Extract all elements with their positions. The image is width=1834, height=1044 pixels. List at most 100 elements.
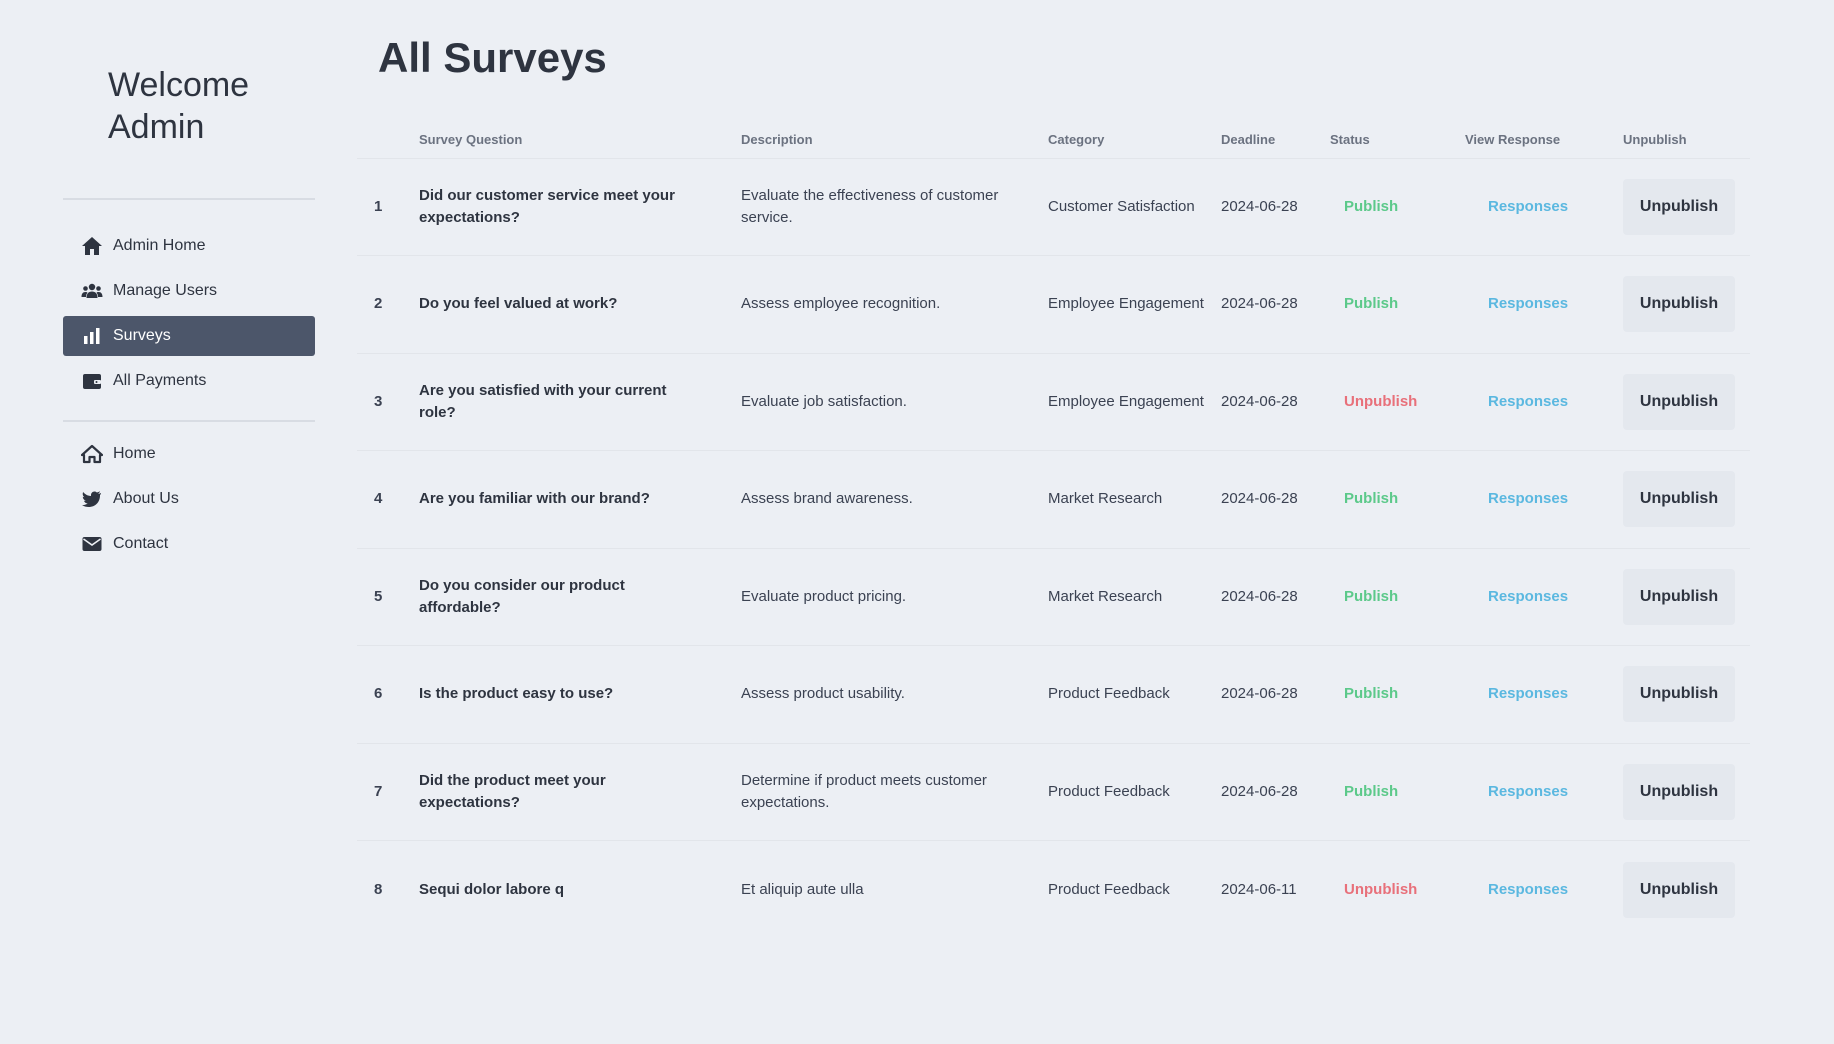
home-icon xyxy=(81,236,103,256)
bar-chart-icon xyxy=(81,326,103,346)
survey-question: Did the product meet your expectations? xyxy=(419,743,741,841)
survey-category: Employee Engagement xyxy=(1048,255,1221,354)
survey-category: Market Research xyxy=(1048,548,1221,646)
unpublish-button[interactable]: Unpublish xyxy=(1623,373,1735,430)
action-cell: Unpublish xyxy=(1623,841,1750,939)
sidebar-item-manage-users[interactable]: Manage Users xyxy=(63,271,315,311)
responses-link[interactable]: Responses xyxy=(1488,490,1568,507)
survey-description: Assess brand awareness. xyxy=(741,450,1048,549)
table-row: 6 Is the product easy to use? Assess pro… xyxy=(357,645,1750,744)
survey-description: Evaluate job satisfaction. xyxy=(741,353,1048,451)
action-cell: Unpublish xyxy=(1623,548,1750,646)
column-header-view-response: View Response xyxy=(1465,122,1623,159)
welcome-line-1: Welcome xyxy=(108,66,250,104)
sidebar-item-label: Manage Users xyxy=(113,282,218,299)
unpublish-button[interactable]: Unpublish xyxy=(1623,568,1735,625)
column-header-description: Description xyxy=(741,122,1048,159)
survey-deadline: 2024-06-28 xyxy=(1221,353,1330,451)
survey-description: Assess product usability. xyxy=(741,645,1048,744)
welcome-line-2: Admin xyxy=(108,108,205,146)
row-number: 8 xyxy=(374,880,383,898)
response-cell: Responses xyxy=(1465,450,1623,549)
table-row: 3 Are you satisfied with your current ro… xyxy=(357,353,1750,451)
responses-link[interactable]: Responses xyxy=(1488,588,1568,605)
survey-deadline: 2024-06-28 xyxy=(1221,158,1330,256)
responses-link[interactable]: Responses xyxy=(1488,393,1568,410)
site-nav: Home About Us Contact xyxy=(63,422,315,583)
survey-description: Evaluate the effectiveness of customer s… xyxy=(741,158,1048,256)
survey-description: Assess employee recognition. xyxy=(741,255,1048,354)
unpublish-button[interactable]: Unpublish xyxy=(1623,471,1735,528)
survey-category: Customer Satisfaction xyxy=(1048,158,1221,256)
responses-link[interactable]: Responses xyxy=(1488,881,1568,898)
survey-question: Are you familiar with our brand? xyxy=(419,450,741,549)
survey-deadline: 2024-06-28 xyxy=(1221,255,1330,354)
sidebar-item-home[interactable]: Home xyxy=(63,434,315,474)
survey-category: Product Feedback xyxy=(1048,880,1170,898)
users-icon xyxy=(81,281,103,301)
table-row: 1 Did our customer service meet your exp… xyxy=(357,158,1750,256)
column-header-status: Status xyxy=(1330,122,1465,159)
page-title: All Surveys xyxy=(378,34,607,81)
survey-question: Sequi dolor labore q xyxy=(419,880,565,898)
bird-icon xyxy=(81,489,103,509)
sidebar-item-all-payments[interactable]: All Payments xyxy=(63,361,315,401)
response-cell: Responses xyxy=(1465,743,1623,841)
column-header-deadline: Deadline xyxy=(1221,122,1330,159)
unpublish-button[interactable]: Unpublish xyxy=(1623,276,1735,333)
unpublish-button[interactable]: Unpublish xyxy=(1623,666,1735,723)
admin-nav: Admin Home Manage Users Surveys All Paym… xyxy=(63,200,315,420)
table-row: 2 Do you feel valued at work? Assess emp… xyxy=(357,255,1750,354)
home-outline-icon xyxy=(81,444,103,464)
survey-question: Do you consider our product affordable? xyxy=(419,548,741,646)
unpublish-button[interactable]: Unpublish xyxy=(1623,178,1735,235)
status-badge: Publish xyxy=(1330,158,1465,256)
sidebar-item-contact[interactable]: Contact xyxy=(63,524,315,564)
survey-description: Determine if product meets customer expe… xyxy=(741,743,1048,841)
survey-question: Is the product easy to use? xyxy=(419,645,741,744)
sidebar-item-label: All Payments xyxy=(113,372,207,389)
unpublish-button[interactable]: Unpublish xyxy=(1623,861,1735,918)
sidebar-item-label: Surveys xyxy=(113,327,171,344)
survey-category: Employee Engagement xyxy=(1048,353,1221,451)
response-cell: Responses xyxy=(1465,548,1623,646)
status-badge: Unpublish xyxy=(1344,880,1418,898)
table-header-row: Survey Question Description Category Dea… xyxy=(357,122,1750,159)
responses-link[interactable]: Responses xyxy=(1488,198,1568,215)
survey-question: Are you satisfied with your current role… xyxy=(419,353,741,451)
responses-link[interactable]: Responses xyxy=(1488,685,1568,702)
surveys-table: Survey Question Description Category Dea… xyxy=(357,122,1750,938)
sidebar-item-label: About Us xyxy=(113,490,179,507)
survey-deadline: 2024-06-28 xyxy=(1221,548,1330,646)
status-badge: Publish xyxy=(1330,548,1465,646)
column-header-unpublish: Unpublish xyxy=(1623,122,1750,159)
survey-category: Product Feedback xyxy=(1048,743,1221,841)
action-cell: Unpublish xyxy=(1623,255,1750,354)
row-number: 2 xyxy=(357,255,419,354)
column-header-index xyxy=(357,122,419,159)
action-cell: Unpublish xyxy=(1623,353,1750,451)
survey-question: Did our customer service meet your expec… xyxy=(419,158,741,256)
row-number: 5 xyxy=(357,548,419,646)
responses-link[interactable]: Responses xyxy=(1488,295,1568,312)
sidebar: Welcome Admin Admin Home Manage Users Su… xyxy=(63,0,315,583)
survey-deadline: 2024-06-28 xyxy=(1221,645,1330,744)
action-cell: Unpublish xyxy=(1623,158,1750,256)
survey-deadline: 2024-06-11 xyxy=(1221,880,1297,898)
sidebar-item-label: Admin Home xyxy=(113,237,206,254)
unpublish-button[interactable]: Unpublish xyxy=(1623,763,1735,820)
sidebar-item-label: Contact xyxy=(113,535,169,552)
welcome-heading: Welcome Admin xyxy=(108,64,315,148)
response-cell: Responses xyxy=(1465,353,1623,451)
survey-deadline: 2024-06-28 xyxy=(1221,450,1330,549)
survey-category: Product Feedback xyxy=(1048,645,1221,744)
sidebar-item-surveys[interactable]: Surveys xyxy=(63,316,315,356)
sidebar-item-about-us[interactable]: About Us xyxy=(63,479,315,519)
row-number: 4 xyxy=(357,450,419,549)
response-cell: Responses xyxy=(1465,158,1623,256)
action-cell: Unpublish xyxy=(1623,743,1750,841)
envelope-icon xyxy=(81,534,103,554)
sidebar-item-admin-home[interactable]: Admin Home xyxy=(63,226,315,266)
table-row: 7 Did the product meet your expectations… xyxy=(357,743,1750,841)
responses-link[interactable]: Responses xyxy=(1488,783,1568,800)
